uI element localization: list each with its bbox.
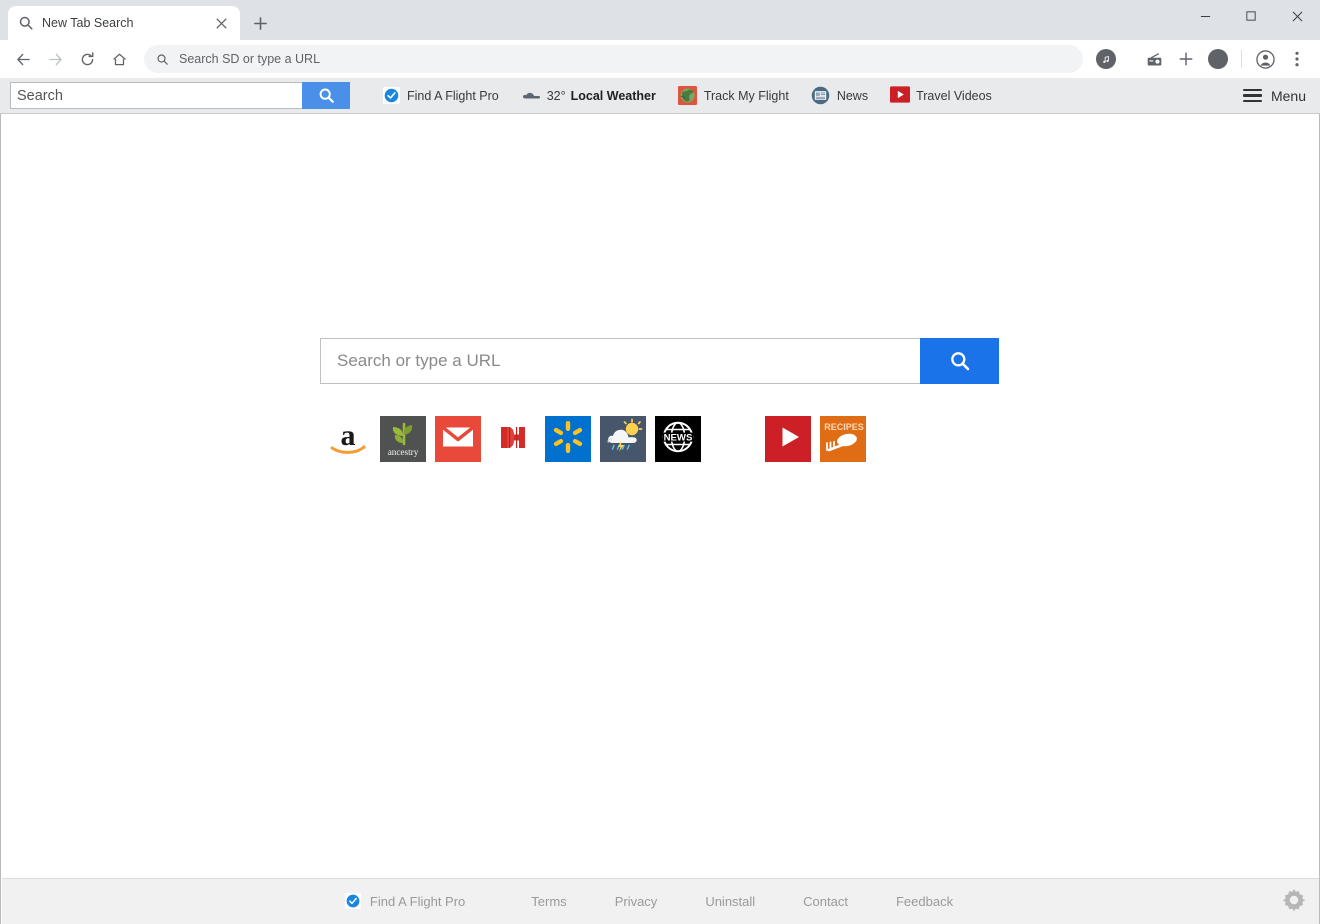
shortcut-walmart[interactable]	[540, 409, 595, 469]
search-icon	[156, 53, 169, 66]
shortcut-weather[interactable]	[595, 409, 650, 469]
extension-search-button[interactable]	[302, 82, 350, 109]
shortcut-empty-slot[interactable]	[705, 409, 760, 469]
extension-menu-button[interactable]: Menu	[1242, 87, 1306, 104]
forward-arrow-icon[interactable]	[40, 44, 70, 74]
shortcut-hotels[interactable]	[485, 409, 540, 469]
three-dot-menu-icon[interactable]	[1282, 44, 1312, 74]
new-tab-button[interactable]	[246, 9, 274, 37]
address-bar[interactable]: Search SD or type a URL	[144, 45, 1083, 73]
svg-text:NEWS: NEWS	[663, 432, 692, 443]
footer-link-feedback[interactable]: Feedback	[872, 894, 977, 909]
weather-cloud-icon	[599, 416, 646, 462]
search-icon	[18, 15, 34, 31]
globe-plane-icon	[677, 86, 697, 105]
compass-icon[interactable]	[1203, 44, 1233, 74]
cloud-icon	[521, 86, 540, 105]
maximize-button[interactable]	[1228, 0, 1274, 32]
tab-title: New Tab Search	[42, 16, 134, 30]
shortcut-gmail[interactable]	[430, 409, 485, 469]
extension-menu-label: Menu	[1270, 87, 1306, 104]
extension-search-input[interactable]	[10, 82, 302, 109]
shortcut-news[interactable]: NEWS	[650, 409, 705, 469]
hotels-h-icon	[489, 416, 536, 462]
close-button[interactable]	[1274, 0, 1320, 32]
ancestry-icon: ancestry	[379, 416, 426, 462]
tab-strip: New Tab Search	[0, 0, 1320, 40]
walmart-spark-icon	[544, 416, 591, 462]
svg-text:a: a	[340, 419, 355, 452]
shortcut-amazon[interactable]: a	[320, 409, 375, 469]
youtube-play-icon	[890, 86, 911, 105]
svg-text:ancestry: ancestry	[387, 447, 418, 457]
ext-link-travel-videos[interactable]: Travel Videos	[879, 81, 1003, 111]
shortcut-tiles: a ancestry NEWS RECIPES	[320, 409, 999, 469]
main-search-bar	[320, 338, 999, 384]
ext-link-label: Find A Flight Pro	[407, 88, 499, 103]
address-bar-placeholder: Search SD or type a URL	[179, 52, 321, 66]
ext-link-news[interactable]: News	[800, 81, 879, 111]
minimize-button[interactable]	[1182, 0, 1228, 32]
ext-link-label: Travel Videos	[916, 88, 992, 103]
footer-link-contact[interactable]: Contact	[779, 894, 872, 909]
plus-icon[interactable]	[1171, 44, 1201, 74]
gear-icon	[1281, 887, 1307, 913]
ext-link-label: Track My Flight	[703, 88, 789, 103]
footer-brand[interactable]: Find A Flight Pro	[344, 893, 466, 910]
news-globe-icon: NEWS	[654, 416, 701, 462]
browser-tab[interactable]: New Tab Search	[8, 6, 240, 40]
search-icon	[318, 87, 335, 104]
new-tab-page: a	[0, 114, 1320, 924]
youtube-icon	[764, 416, 811, 462]
newspaper-icon	[811, 86, 830, 105]
ext-link-label: Local Weather	[570, 88, 656, 103]
main-search-button[interactable]	[920, 338, 999, 384]
amazon-icon: a	[325, 416, 371, 462]
shortcut-recipes[interactable]: RECIPES	[815, 409, 870, 469]
footer-brand-label: Find A Flight Pro	[369, 894, 466, 909]
svg-text:RECIPES: RECIPES	[824, 422, 864, 432]
weather-temperature: 32°	[546, 88, 566, 103]
settings-button[interactable]	[1280, 886, 1308, 914]
recipes-icon: RECIPES	[819, 416, 866, 462]
footer-link-terms[interactable]: Terms	[507, 894, 590, 909]
home-icon[interactable]	[104, 44, 134, 74]
ext-link-track-my-flight[interactable]: Track My Flight	[667, 81, 800, 111]
close-icon[interactable]	[212, 14, 230, 32]
profile-icon[interactable]	[1250, 44, 1280, 74]
ext-link-local-weather[interactable]: 32° Local Weather	[510, 81, 667, 111]
shortcut-youtube[interactable]	[760, 409, 815, 469]
music-note-icon[interactable]	[1091, 44, 1121, 74]
radio-icon[interactable]	[1139, 44, 1169, 74]
footer-link-privacy[interactable]: Privacy	[591, 894, 682, 909]
toolbar-right-icons	[1091, 44, 1312, 74]
extension-toolbar: Find A Flight Pro 32° Local Weather Trac…	[0, 78, 1320, 114]
shortcut-ancestry[interactable]: ancestry	[375, 409, 430, 469]
gmail-icon	[434, 416, 481, 462]
browser-window: New Tab Search Search SD or type a URL S…	[0, 0, 1320, 924]
ext-link-label: News	[836, 88, 869, 103]
blue-check-badge-icon	[344, 893, 362, 910]
window-controls	[1182, 0, 1320, 32]
navigation-toolbar: Search SD or type a URL	[0, 40, 1320, 78]
hamburger-icon	[1242, 88, 1262, 103]
ext-link-find-a-flight-pro[interactable]: Find A Flight Pro	[372, 81, 510, 111]
extension-search	[10, 82, 350, 109]
main-search-input[interactable]	[320, 338, 920, 384]
search-icon	[949, 350, 971, 372]
page-footer: Find A Flight Pro Terms Privacy Uninstal…	[2, 878, 1319, 924]
blue-check-badge-icon	[383, 87, 400, 104]
blank-tile	[710, 416, 756, 462]
back-arrow-icon[interactable]	[8, 44, 38, 74]
footer-link-uninstall[interactable]: Uninstall	[681, 894, 779, 909]
reload-icon[interactable]	[72, 44, 102, 74]
toolbar-divider	[1241, 50, 1242, 68]
